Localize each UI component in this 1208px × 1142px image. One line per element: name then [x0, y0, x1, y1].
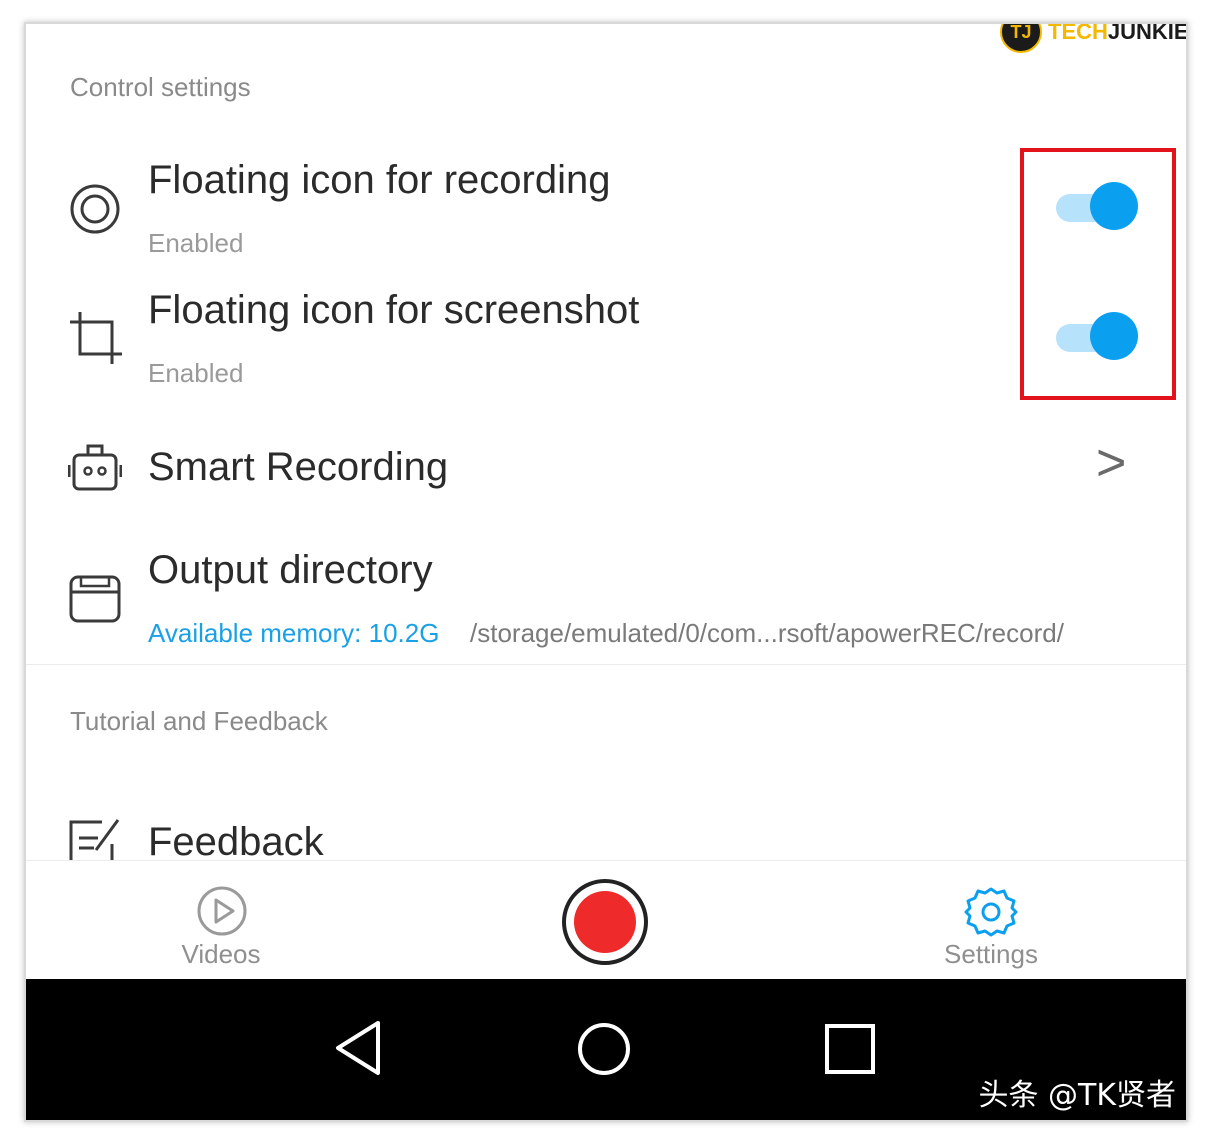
chevron-right-icon: >: [1096, 434, 1127, 492]
setting-title: Output directory: [148, 548, 433, 592]
logo-text: TECHJUNKIE: [1048, 22, 1188, 45]
setting-title: Floating icon for screenshot: [148, 288, 640, 332]
logo-badge: TJ: [1000, 24, 1042, 53]
back-nav-icon[interactable]: [332, 1019, 384, 1077]
tab-label-settings: Settings: [944, 939, 1038, 969]
logo-suffix: JUNKIE: [1107, 22, 1188, 44]
setting-row-output-directory[interactable]: Output directory Available memory: 10.2G…: [26, 534, 1186, 662]
feedback-edit-icon: [69, 819, 120, 866]
output-path: /storage/emulated/0/com...rsoft/apowerRE…: [470, 618, 1064, 648]
tab-settings[interactable]: Settings: [926, 881, 1056, 975]
setting-title: Floating icon for recording: [148, 158, 611, 202]
logo-prefix: TECH: [1048, 22, 1108, 44]
record-button[interactable]: [560, 877, 650, 967]
app-window: TJ TECHJUNKIE Control settings Floating …: [24, 22, 1188, 1122]
section-title-control-settings: Control settings: [70, 72, 251, 102]
play-circle-icon: [197, 886, 247, 936]
highlight-box: [1020, 148, 1176, 400]
section-divider: [26, 664, 1186, 665]
android-nav-bar: 头条 @TK贤者: [26, 979, 1186, 1120]
setting-row-feedback[interactable]: Feedback: [26, 794, 1186, 866]
record-ring-icon: [70, 184, 120, 234]
setting-row-floating-screenshot[interactable]: Floating icon for screenshot Enabled: [26, 274, 1186, 399]
setting-title: Feedback: [148, 820, 324, 864]
robot-icon: [68, 444, 122, 491]
home-nav-icon[interactable]: [576, 1021, 632, 1077]
setting-title: Smart Recording: [148, 445, 449, 489]
available-memory: Available memory: 10.2G: [148, 618, 440, 648]
bottom-tab-bar: Videos Settings: [26, 861, 1186, 979]
tab-videos[interactable]: Videos: [156, 881, 286, 975]
setting-row-floating-recording[interactable]: Floating icon for recording Enabled: [26, 144, 1186, 269]
watermark-text: 头条 @TK贤者: [978, 1078, 1176, 1113]
crop-icon: [70, 312, 122, 364]
techjunkie-logo: TJ TECHJUNKIE: [1000, 22, 1188, 53]
setting-status: Enabled: [148, 358, 244, 388]
section-title-tutorial-feedback: Tutorial and Feedback: [70, 706, 328, 736]
tab-label-videos: Videos: [181, 939, 261, 969]
folder-icon: [69, 575, 121, 623]
setting-row-smart-recording[interactable]: Smart Recording >: [26, 419, 1186, 519]
gear-icon: [964, 887, 1018, 937]
recents-nav-icon[interactable]: [824, 1023, 876, 1075]
setting-status: Enabled: [148, 228, 244, 258]
